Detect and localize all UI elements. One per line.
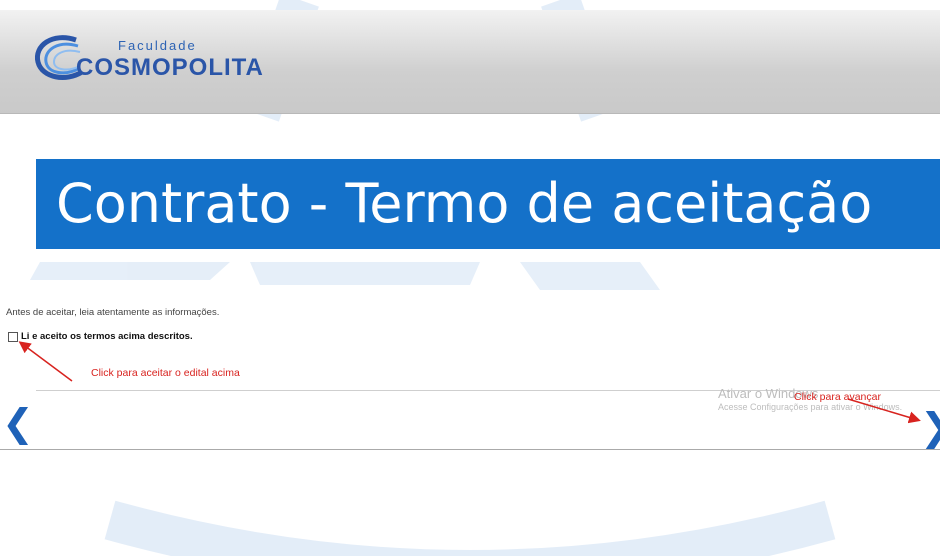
nav-divider-bottom	[0, 449, 940, 450]
accept-terms-checkbox[interactable]	[8, 331, 18, 342]
page-title-banner: Contrato - Termo de aceitação	[36, 159, 940, 249]
accept-terms-label[interactable]: Li e aceito os termos acima descritos.	[21, 331, 193, 342]
accept-hint-annotation: Click para aceitar o edital acima	[91, 367, 240, 379]
logo-subtitle: Faculdade	[118, 38, 197, 53]
notice-text: Antes de aceitar, leia atentamente as in…	[6, 307, 220, 318]
faculdade-cosmopolita-logo[interactable]: Faculdade COSMOPOLITA	[32, 32, 302, 84]
logo-wordmark: COSMOPOLITA	[76, 54, 264, 81]
next-chevron-icon[interactable]: ❯	[920, 408, 940, 446]
header-band: Faculdade COSMOPOLITA	[0, 10, 940, 114]
page-title: Contrato - Termo de aceitação	[56, 172, 873, 235]
windows-activation-subtitle: Acesse Configurações para ativar o Windo…	[718, 402, 903, 412]
accept-terms-row[interactable]: Li e aceito os termos acima descritos.	[8, 331, 193, 342]
next-hint-annotation: Click para avançar	[794, 391, 881, 403]
previous-chevron-icon[interactable]: ❮	[2, 404, 34, 442]
